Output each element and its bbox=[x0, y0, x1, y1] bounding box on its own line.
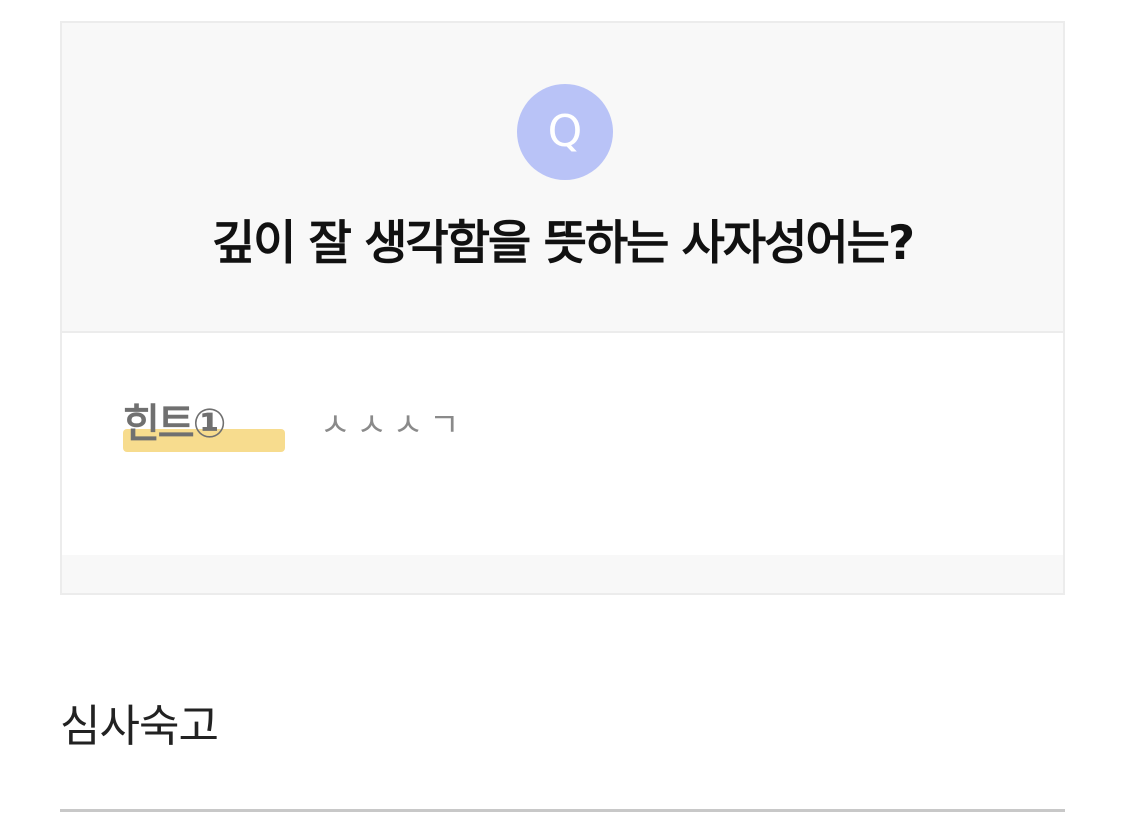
hint-label-wrap: 힌트① bbox=[123, 396, 285, 452]
question-badge: Q bbox=[517, 84, 613, 180]
answer-divider bbox=[60, 809, 1065, 812]
quiz-card: Q 깊이 잘 생각함을 뜻하는 사자성어는? 힌트① ㅅㅅㅅㄱ bbox=[60, 21, 1065, 595]
question-section: Q 깊이 잘 생각함을 뜻하는 사자성어는? bbox=[62, 23, 1063, 333]
hint-value: ㅅㅅㅅㄱ bbox=[320, 405, 466, 444]
hint-section: 힌트① ㅅㅅㅅㄱ bbox=[62, 333, 1063, 555]
answer-text: 심사숙고 bbox=[60, 701, 219, 752]
hint-label: 힌트① bbox=[123, 401, 226, 447]
question-text: 깊이 잘 생각함을 뜻하는 사자성어는? bbox=[211, 216, 915, 271]
